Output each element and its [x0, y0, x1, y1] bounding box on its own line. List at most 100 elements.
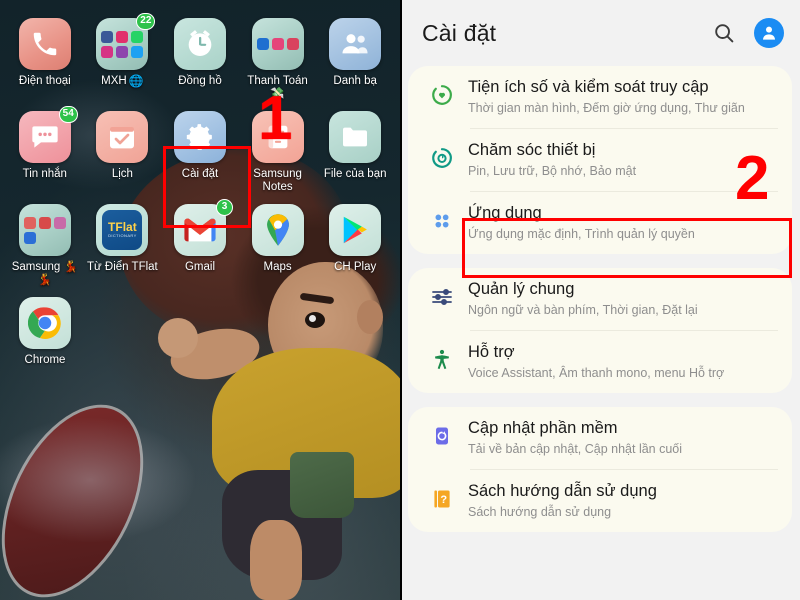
app-label: Đồng hồ [178, 75, 222, 87]
play-store-icon [329, 204, 382, 256]
mini-samsung-app-icon-4 [23, 231, 36, 244]
app-label: Maps [263, 261, 292, 273]
settings-row-digital-wellbeing[interactable]: Tiện ích số và kiểm soát truy cập Thời g… [408, 66, 792, 128]
row-icon-slot [422, 210, 462, 237]
row-icon-slot: ? [422, 487, 462, 516]
app-mxh-folder[interactable]: 22 MXH 🌐 [84, 13, 162, 101]
row-text: Cập nhật phần mềm Tải về bản cập nhật, C… [462, 418, 776, 458]
settings-row-software-update[interactable]: Cập nhật phần mềm Tải về bản cập nhật, C… [408, 407, 792, 469]
app-icon-wrap [329, 204, 382, 256]
row-icon-slot [422, 348, 462, 377]
app-samsung-folder[interactable]: Samsung 💃💃 [6, 204, 84, 287]
mini-samsung-app-icon [23, 216, 36, 229]
app-label: Gmail [184, 261, 215, 273]
step-marker-2: 2 [735, 144, 770, 213]
my-files-icon [329, 111, 382, 163]
step-marker-1: 1 [258, 84, 293, 153]
app-danh-ba[interactable]: Danh bạ [316, 18, 394, 101]
android-home-screen: Điện thoại 22 MXH 🌐 Đồng hồ Thanh Toán 💸… [0, 0, 400, 600]
app-ch-play[interactable]: CH Play [316, 204, 394, 287]
folder-mini-grid [256, 38, 299, 50]
wallpaper-cloud-bottom [0, 415, 200, 545]
screenshot-root: Điện thoại 22 MXH 🌐 Đồng hồ Thanh Toán 💸… [0, 0, 800, 600]
row-text: Tiện ích số và kiểm soát truy cập Thời g… [462, 77, 776, 117]
account-avatar-icon[interactable] [754, 18, 784, 48]
digital-wellbeing-icon [430, 83, 454, 112]
app-icon-wrap [19, 297, 71, 349]
apps-dots-icon [431, 210, 453, 237]
search-icon[interactable] [712, 21, 736, 45]
user-manual-icon: ? [430, 487, 454, 516]
settings-card-3: Cập nhật phần mềm Tải về bản cập nhật, C… [408, 407, 792, 532]
mini-momo-icon [271, 38, 284, 50]
device-care-icon [430, 146, 454, 175]
app-label: File của bạn [323, 168, 387, 180]
row-subtitle: Thời gian màn hình, Đếm giờ ứng dụng, Th… [468, 101, 745, 115]
app-label: Chrome [24, 354, 66, 366]
app-icon-wrap [251, 204, 304, 256]
mini-samsung-app-icon-3 [53, 216, 66, 229]
folder-icon [251, 18, 304, 70]
row-title: Chăm sóc thiết bị [468, 141, 596, 159]
app-icon-wrap [18, 204, 71, 256]
app-tin-nhan[interactable]: 54 Tin nhắn [6, 106, 84, 194]
app-label: MXH 🌐 [101, 75, 144, 88]
app-icon-wrap [329, 18, 382, 70]
folder-mini-grid [101, 30, 144, 58]
app-chrome[interactable]: Chrome [6, 297, 84, 367]
contacts-icon [329, 18, 382, 70]
app-dien-thoai[interactable]: Điện thoại [6, 18, 84, 101]
settings-row-user-manual[interactable]: ? Sách hướng dẫn sử dụng Sách hướng dẫn … [408, 470, 792, 532]
highlight-box-settings-app [163, 146, 251, 228]
phone-icon [18, 18, 71, 70]
calendar-icon [96, 111, 149, 163]
header-actions [712, 18, 784, 48]
app-icon-wrap [329, 111, 382, 163]
row-subtitle: Ngôn ngữ và bàn phím, Thời gian, Đặt lại [468, 303, 698, 317]
app-label: CH Play [334, 261, 377, 273]
row-subtitle: Sách hướng dẫn sử dụng [468, 505, 612, 519]
page-title: Cài đặt [422, 19, 497, 46]
app-file-cua-ban[interactable]: File của bạn [316, 111, 394, 194]
app-label: Samsung 💃💃 [11, 261, 78, 286]
app-tu-dien-tflat[interactable]: TFlat DICTIONARY Từ Điển TFlat [84, 204, 162, 287]
app-label: Điện thoại [18, 75, 71, 87]
row-text: Ứng dụng Ứng dụng mặc định, Trình quản l… [462, 203, 776, 243]
settings-row-accessibility[interactable]: Hỗ trợ Voice Assistant, Âm thanh mono, m… [408, 331, 792, 393]
row-title: Cập nhật phần mềm [468, 419, 618, 437]
globe-icon: 🌐 [128, 74, 144, 88]
wallpaper-bucket-shape [290, 452, 354, 518]
mini-app-icon-2 [116, 45, 129, 58]
row-subtitle: Tải về bản cập nhật, Cập nhật lần cuối [468, 442, 683, 456]
row-title: Quản lý chung [468, 280, 575, 298]
mini-bank-icon [256, 38, 269, 50]
mini-samsung-app-icon-2 [38, 216, 51, 229]
settings-row-general-management[interactable]: Quản lý chung Ngôn ngữ và bàn phím, Thời… [408, 268, 792, 330]
settings-screen: Cài đặt Tiện ích số và kiểm soát truy cậ… [400, 0, 800, 600]
general-management-sliders-icon [430, 285, 454, 314]
mini-app-icon [101, 45, 114, 58]
mini-facebook-icon [101, 30, 114, 43]
maps-icon [251, 204, 304, 256]
app-icon-wrap [96, 111, 149, 163]
settings-header: Cài đặt [400, 0, 800, 66]
settings-card-2: Quản lý chung Ngôn ngữ và bàn phím, Thời… [408, 268, 792, 393]
mini-pay-icon [286, 38, 299, 50]
row-text: Sách hướng dẫn sử dụng Sách hướng dẫn sử… [462, 481, 776, 521]
app-label: Từ Điển TFlat [87, 261, 158, 273]
app-icon-wrap: TFlat DICTIONARY [96, 204, 149, 256]
row-subtitle: Pin, Lưu trữ, Bộ nhớ, Bảo mật [468, 164, 637, 178]
row-icon-slot [422, 285, 462, 314]
tflat-icon: TFlat DICTIONARY [96, 204, 149, 256]
app-icon-wrap [173, 18, 226, 70]
mini-twitter-icon [131, 45, 144, 58]
app-icon-wrap [251, 18, 304, 70]
chrome-icon [19, 297, 71, 349]
app-dong-ho[interactable]: Đồng hồ [161, 18, 239, 101]
app-icon-wrap: 22 [96, 13, 156, 70]
app-lich[interactable]: Lịch [84, 111, 162, 194]
app-icon-wrap: 54 [18, 106, 78, 163]
mini-instagram-icon [116, 30, 129, 43]
row-title: Tiện ích số và kiểm soát truy cập [468, 78, 709, 96]
wallpaper-leg-shape [250, 520, 302, 600]
